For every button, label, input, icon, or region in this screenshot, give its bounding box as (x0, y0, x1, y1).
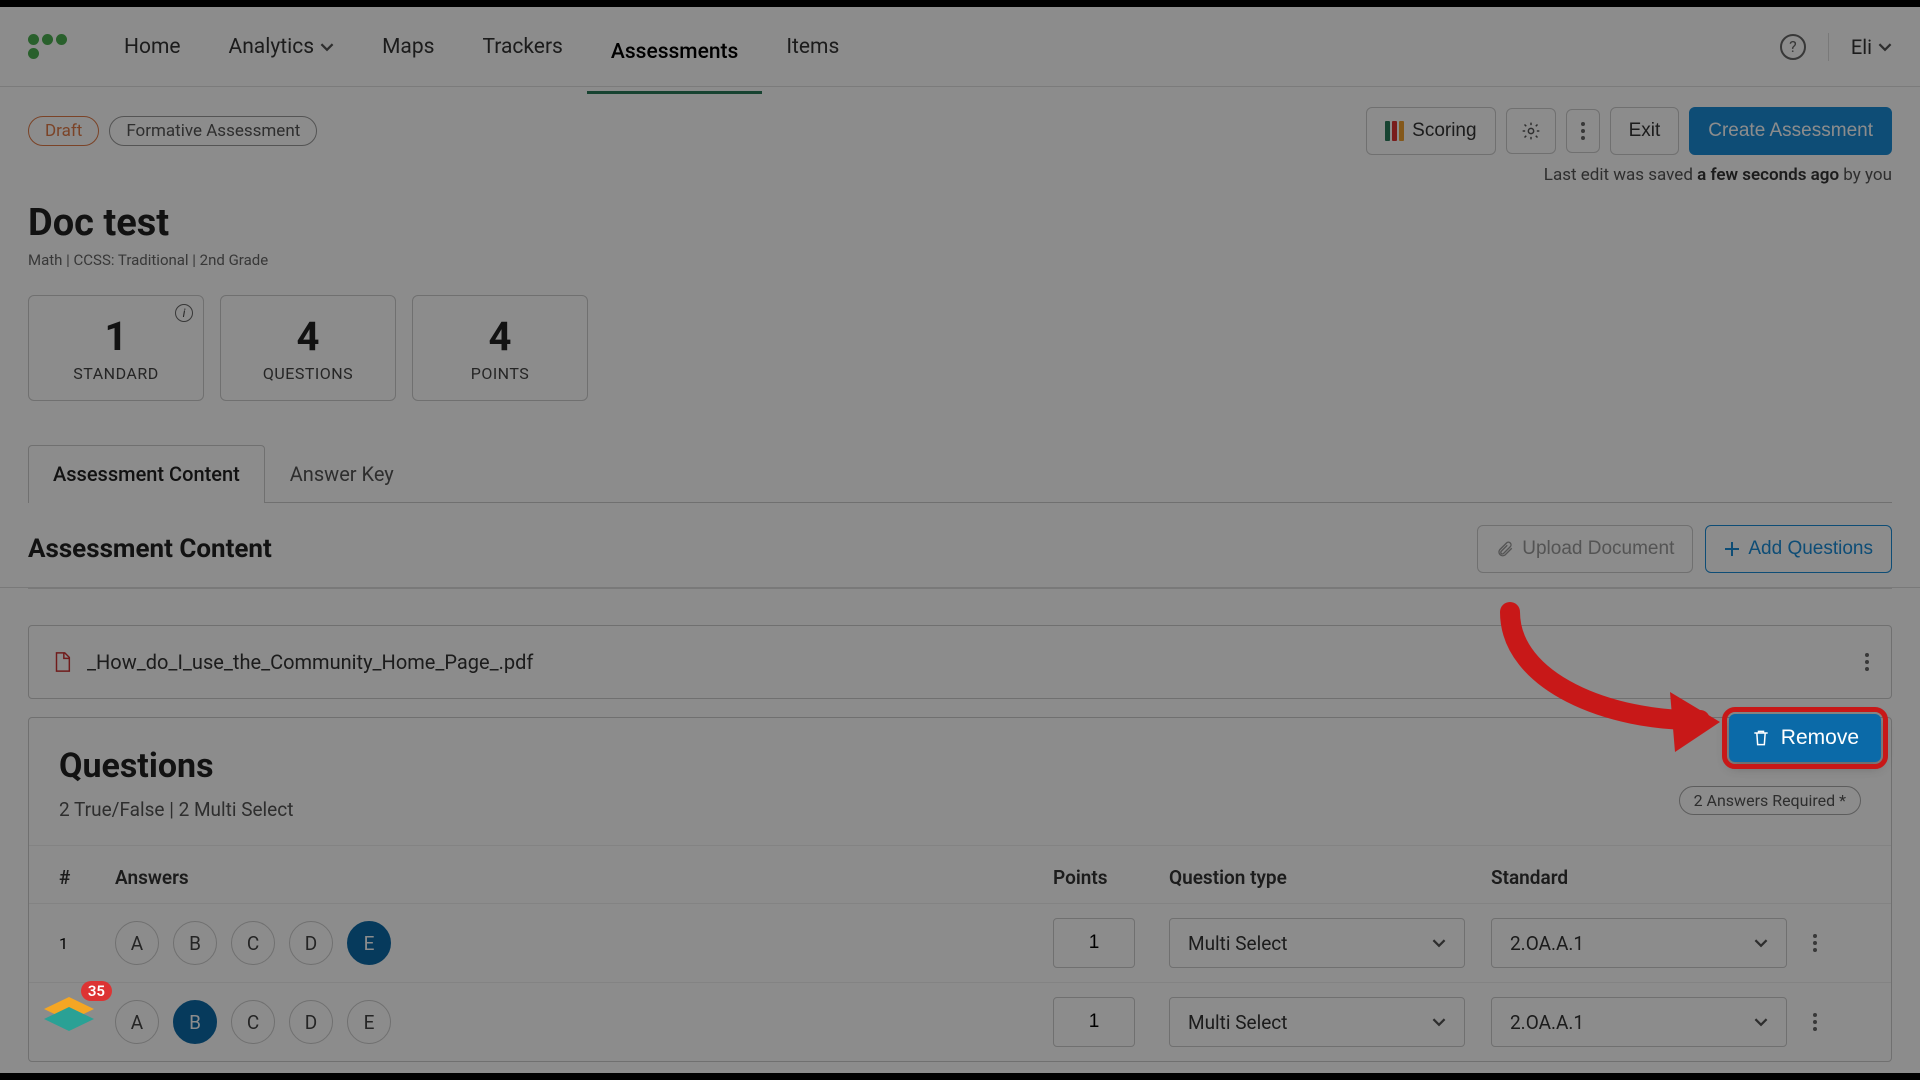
answer-option-a[interactable]: A (115, 921, 159, 965)
answer-option-a[interactable]: A (115, 1000, 159, 1044)
section-heading: Assessment Content (28, 534, 272, 564)
table-row: A B C D E Multi Select 2.OA.A.1 (29, 982, 1891, 1061)
nav-maps[interactable]: Maps (358, 27, 458, 67)
nav-analytics[interactable]: Analytics (205, 27, 359, 67)
add-questions-button[interactable]: Add Questions (1705, 525, 1892, 573)
question-type-select[interactable]: Multi Select (1169, 997, 1465, 1047)
stat-card-questions: 4 QUESTIONS (220, 295, 396, 401)
remove-button[interactable]: Remove (1729, 714, 1881, 762)
file-name: _How_do_I_use_the_Community_Home_Page_.p… (87, 650, 533, 674)
row-menu-button[interactable] (1813, 1013, 1861, 1031)
tab-answer-key[interactable]: Answer Key (265, 445, 419, 502)
scoring-label: Scoring (1412, 120, 1476, 142)
paperclip-icon (1496, 540, 1514, 558)
question-type-select[interactable]: Multi Select (1169, 918, 1465, 968)
trash-icon (1751, 728, 1771, 748)
assessment-type-badge: Formative Assessment (109, 116, 317, 146)
chevron-down-icon (1754, 936, 1768, 950)
stat-card-points: 4 POINTS (412, 295, 588, 401)
row-menu-button[interactable] (1813, 934, 1861, 952)
notification-badge: 35 (81, 981, 112, 1001)
answer-option-d[interactable]: D (289, 1000, 333, 1044)
answer-option-b[interactable]: B (173, 1000, 217, 1044)
chevron-down-icon (1754, 1015, 1768, 1029)
create-assessment-button[interactable]: Create Assessment (1689, 107, 1892, 155)
nav-analytics-label: Analytics (229, 35, 315, 59)
scoring-button[interactable]: Scoring (1366, 107, 1495, 155)
points-input[interactable] (1053, 918, 1135, 968)
nav-items[interactable]: Items (762, 27, 863, 67)
answer-option-b[interactable]: B (173, 921, 217, 965)
help-widget[interactable]: 35 (40, 993, 98, 1037)
gear-icon (1521, 121, 1541, 141)
points-input[interactable] (1053, 997, 1135, 1047)
save-status: Last edit was saved a few seconds ago by… (0, 155, 1920, 185)
logo[interactable] (28, 29, 72, 65)
stat-card-standard: i 1 STANDARD (28, 295, 204, 401)
help-icon[interactable]: ? (1780, 34, 1806, 60)
answer-option-e[interactable]: E (347, 921, 391, 965)
page-meta: Math | CCSS: Traditional | 2nd Grade (28, 251, 1892, 269)
questions-subtitle: 2 True/False | 2 Multi Select (59, 798, 1861, 821)
chevron-down-icon (1878, 40, 1892, 54)
scoring-bars-icon (1385, 121, 1404, 141)
info-icon[interactable]: i (175, 304, 193, 322)
user-menu[interactable]: Eli (1851, 35, 1892, 59)
pdf-icon (51, 651, 73, 673)
nav-trackers[interactable]: Trackers (458, 27, 586, 67)
upload-document-button[interactable]: Upload Document (1477, 525, 1693, 573)
exit-button[interactable]: Exit (1610, 107, 1680, 155)
nav-home[interactable]: Home (100, 27, 205, 67)
answers-required-pill: 2 Answers Required * (1679, 786, 1861, 815)
user-name: Eli (1851, 35, 1872, 59)
chevron-down-icon (320, 40, 334, 54)
draft-badge: Draft (28, 116, 99, 146)
more-menu-button[interactable] (1566, 109, 1600, 153)
uploaded-file-row: _How_do_I_use_the_Community_Home_Page_.p… (28, 625, 1892, 699)
settings-button[interactable] (1506, 108, 1556, 154)
divider (1828, 33, 1829, 61)
answer-option-d[interactable]: D (289, 921, 333, 965)
questions-heading: Questions (59, 746, 1861, 786)
page-title: Doc test (28, 201, 1892, 245)
file-menu-button[interactable] (1865, 653, 1869, 671)
standard-select[interactable]: 2.OA.A.1 (1491, 997, 1787, 1047)
plus-icon (1724, 541, 1740, 557)
questions-table-header: # Answers Points Question type Standard (29, 845, 1891, 903)
answer-option-e[interactable]: E (347, 1000, 391, 1044)
table-row: 1 A B C D E Multi Select 2.OA.A.1 (29, 903, 1891, 982)
tab-assessment-content[interactable]: Assessment Content (28, 445, 265, 503)
chevron-down-icon (1432, 1015, 1446, 1029)
answer-option-c[interactable]: C (231, 921, 275, 965)
answer-option-c[interactable]: C (231, 1000, 275, 1044)
standard-select[interactable]: 2.OA.A.1 (1491, 918, 1787, 968)
chevron-down-icon (1432, 936, 1446, 950)
vertical-dots-icon (1581, 122, 1585, 140)
nav-assessments[interactable]: Assessments (587, 27, 762, 94)
